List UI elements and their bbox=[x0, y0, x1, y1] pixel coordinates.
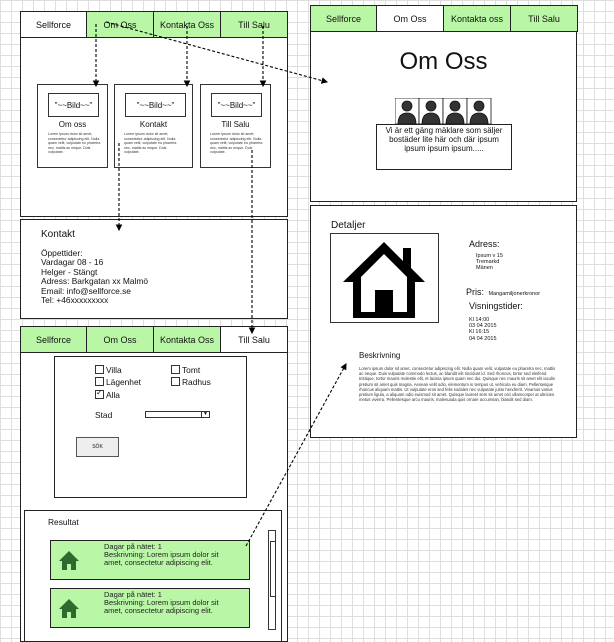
arrow-om-oss-to-about bbox=[105, 21, 329, 84]
arrow-result-to-details bbox=[245, 363, 347, 547]
flow-connectors bbox=[92, 21, 347, 547]
